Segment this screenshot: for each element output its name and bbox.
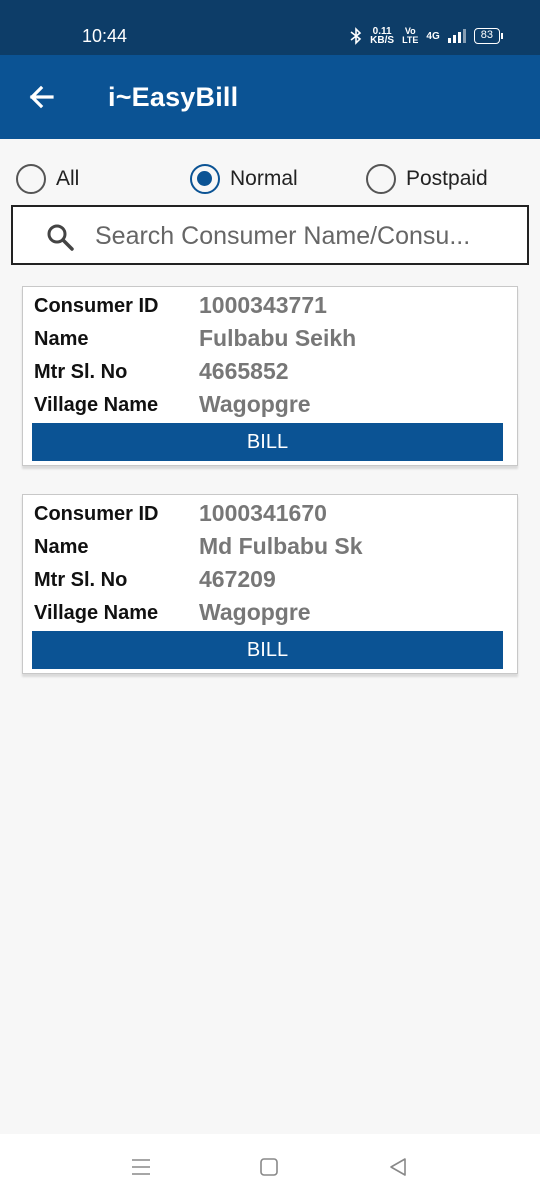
search-box[interactable] (11, 205, 529, 265)
consumer-id-label: Consumer ID (34, 295, 159, 317)
app-title: i~EasyBill (108, 82, 239, 112)
meter-row: Mtr Sl. No 4665852 (34, 357, 514, 387)
village-value: Wagopgre (199, 391, 311, 417)
battery-level: 83 (480, 29, 493, 41)
name-label: Name (34, 536, 89, 558)
radio-circle-selected[interactable] (190, 164, 220, 194)
back-button[interactable] (22, 77, 62, 117)
consumer-id-value: 1000343771 (199, 292, 327, 318)
app-bar: i~EasyBill (0, 55, 540, 139)
radio-postpaid[interactable]: Postpaid (366, 161, 488, 197)
network-speed: 0.11 KB/S (370, 27, 395, 46)
signal-strength-icon (447, 29, 466, 43)
consumer-id-row: Consumer ID 1000341670 (34, 499, 514, 529)
village-row: Village Name Wagopgre (34, 598, 514, 628)
radio-normal-label: Normal (230, 167, 298, 190)
meter-label: Mtr Sl. No (34, 361, 128, 383)
meter-value: 4665852 (199, 358, 289, 384)
radio-circle[interactable] (16, 164, 46, 194)
back-nav-icon[interactable] (387, 1156, 409, 1178)
name-value: Md Fulbabu Sk (199, 533, 363, 559)
meter-row: Mtr Sl. No 467209 (34, 565, 514, 595)
name-row: Name Fulbabu Seikh (34, 324, 514, 354)
consumer-id-label: Consumer ID (34, 503, 159, 525)
status-bar: 10:44 0.11 KB/S Vo LTE 4G 83 (0, 0, 540, 55)
status-icons: 0.11 KB/S Vo LTE 4G 83 (350, 25, 504, 47)
radio-all-label: All (56, 167, 80, 190)
network-speed-unit: KB/S (370, 35, 395, 46)
filter-radio-group: All Normal Postpaid (0, 161, 540, 197)
consumer-card: Consumer ID 1000341670 Name Md Fulbabu S… (22, 494, 518, 674)
village-label: Village Name (34, 602, 159, 624)
consumer-card: Consumer ID 1000343771 Name Fulbabu Seik… (22, 286, 518, 466)
name-label: Name (34, 328, 89, 350)
search-input[interactable] (95, 217, 515, 255)
consumer-id-row: Consumer ID 1000343771 (34, 291, 514, 321)
mobile-network-label: 4G (426, 30, 440, 42)
system-nav-bar (0, 1134, 540, 1200)
status-time: 10:44 (82, 26, 128, 46)
name-value: Fulbabu Seikh (199, 325, 357, 351)
volte-bottom: LTE (402, 35, 419, 45)
bill-button[interactable]: BILL (32, 423, 503, 461)
radio-normal[interactable]: Normal (190, 161, 298, 197)
village-value: Wagopgre (199, 599, 311, 625)
bluetooth-icon (350, 27, 362, 45)
battery-icon: 83 (473, 28, 504, 44)
consumer-id-value: 1000341670 (199, 500, 327, 526)
radio-circle[interactable] (366, 164, 396, 194)
meter-value: 467209 (199, 566, 276, 592)
bill-button[interactable]: BILL (32, 631, 503, 669)
radio-postpaid-label: Postpaid (406, 167, 488, 190)
village-label: Village Name (34, 394, 159, 416)
arrow-left-icon (29, 85, 54, 109)
recent-apps-icon[interactable] (130, 1156, 152, 1178)
search-icon (47, 224, 74, 251)
volte-indicator: Vo LTE (402, 27, 418, 45)
name-row: Name Md Fulbabu Sk (34, 532, 514, 562)
home-icon[interactable] (258, 1156, 280, 1178)
village-row: Village Name Wagopgre (34, 390, 514, 420)
radio-all[interactable]: All (16, 161, 79, 197)
meter-label: Mtr Sl. No (34, 569, 128, 591)
